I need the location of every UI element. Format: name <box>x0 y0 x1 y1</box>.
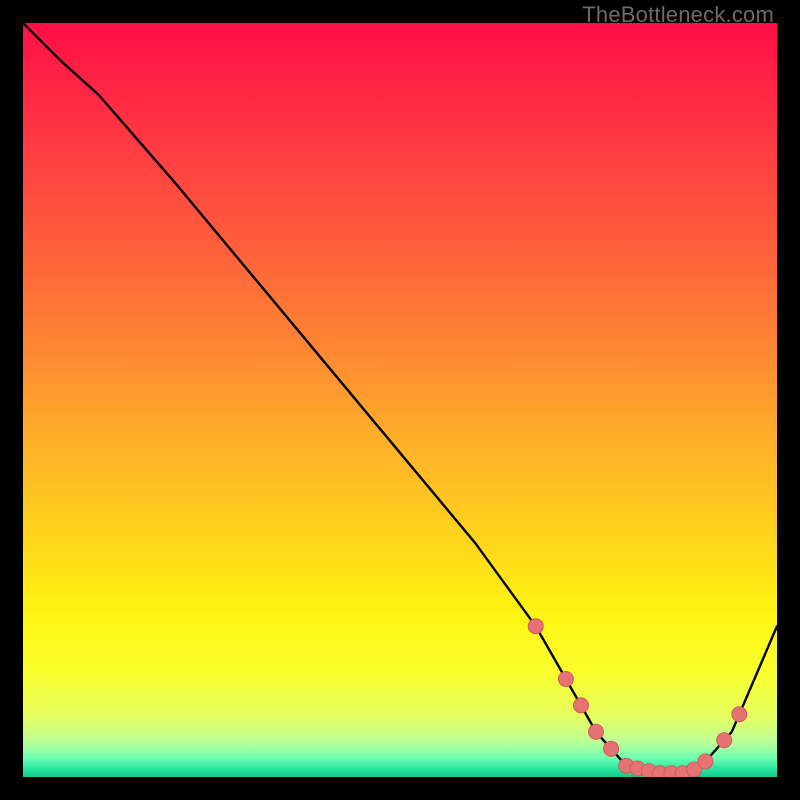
curve-marker-dot <box>589 724 604 739</box>
curve-marker-dot <box>698 754 713 769</box>
chart-area <box>23 23 777 777</box>
curve-marker-dot <box>528 619 543 634</box>
curve-marker-dot <box>604 741 619 756</box>
watermark-text: TheBottleneck.com <box>582 2 774 28</box>
curve-marker-dot <box>558 672 573 687</box>
curve-marker-dot <box>574 698 589 713</box>
curve-marker-dot <box>732 707 747 722</box>
bottleneck-curve <box>23 23 777 777</box>
curve-marker-dot <box>717 733 732 748</box>
